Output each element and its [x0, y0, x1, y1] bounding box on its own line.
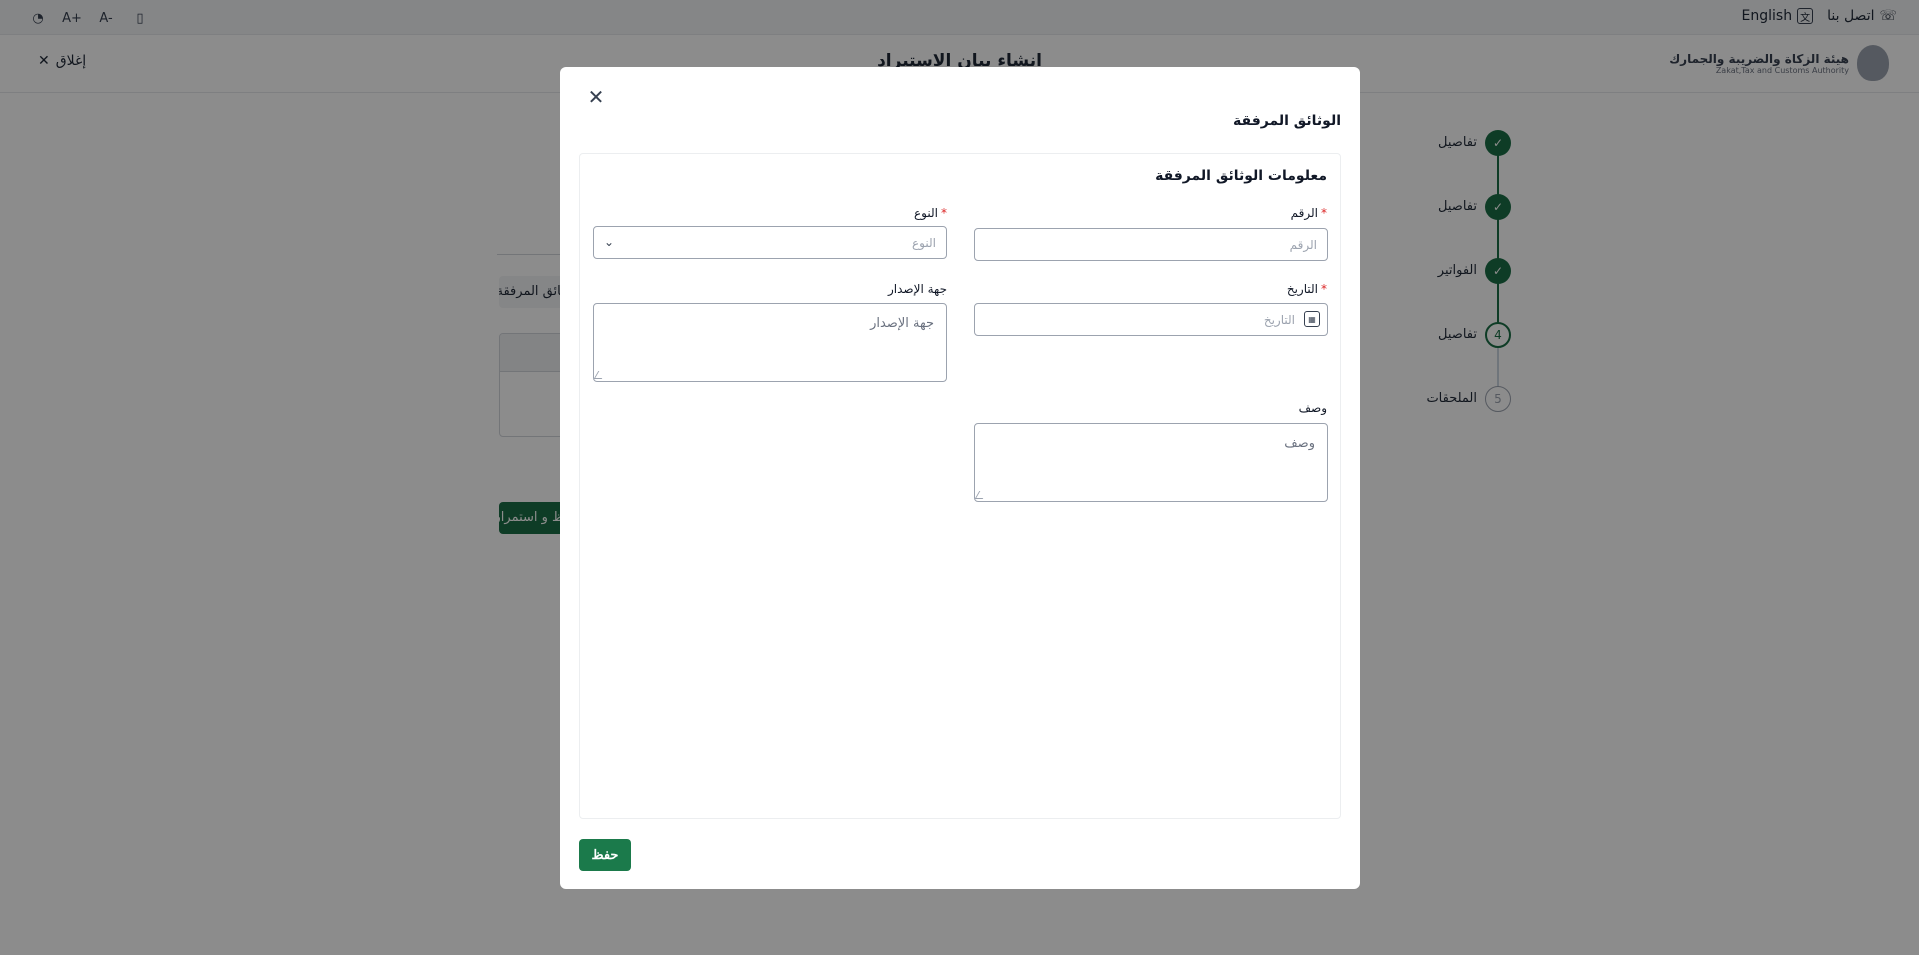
date-placeholder: التاريخ [1263, 312, 1295, 327]
resize-handle[interactable] [593, 371, 607, 379]
number-label-text: الرقم [1290, 206, 1318, 220]
number-input[interactable]: الرقم [974, 228, 1328, 261]
description-textarea[interactable]: وصف [974, 423, 1328, 502]
date-label-text: التاريخ [1286, 282, 1318, 296]
chevron-down-icon: ⌄ [603, 235, 615, 249]
modal-close-icon[interactable]: ✕ [584, 85, 608, 109]
documents-info-section: معلومات الوثائق المرفقة *الرقم الرقم *ال… [579, 153, 1341, 819]
type-placeholder: النوع [912, 235, 936, 250]
description-label: وصف [1298, 401, 1327, 415]
required-marker: * [1321, 206, 1327, 220]
issuer-placeholder: جهة الإصدار [870, 316, 934, 331]
issuer-textarea[interactable]: جهة الإصدار [593, 303, 947, 382]
type-select[interactable]: النوع ⌄ [593, 226, 947, 259]
description-placeholder: وصف [1284, 436, 1315, 451]
section-title: معلومات الوثائق المرفقة [1155, 168, 1327, 184]
type-label-text: النوع [914, 206, 938, 220]
modal-title: الوثائق المرفقة [1233, 113, 1341, 129]
required-marker: * [1321, 282, 1327, 296]
type-label: *النوع [914, 206, 947, 220]
calendar-icon[interactable]: ▦ [1304, 311, 1320, 327]
save-button[interactable]: حفظ [579, 839, 631, 871]
date-label: *التاريخ [1287, 282, 1327, 296]
number-label: *الرقم [1291, 206, 1327, 220]
date-input[interactable]: ▦ التاريخ [974, 303, 1328, 336]
number-placeholder: الرقم [1289, 237, 1317, 252]
resize-handle[interactable] [974, 491, 988, 499]
required-marker: * [941, 206, 947, 220]
attached-documents-modal: ✕ الوثائق المرفقة معلومات الوثائق المرفق… [560, 67, 1360, 889]
issuer-label: جهة الإصدار [888, 282, 947, 296]
